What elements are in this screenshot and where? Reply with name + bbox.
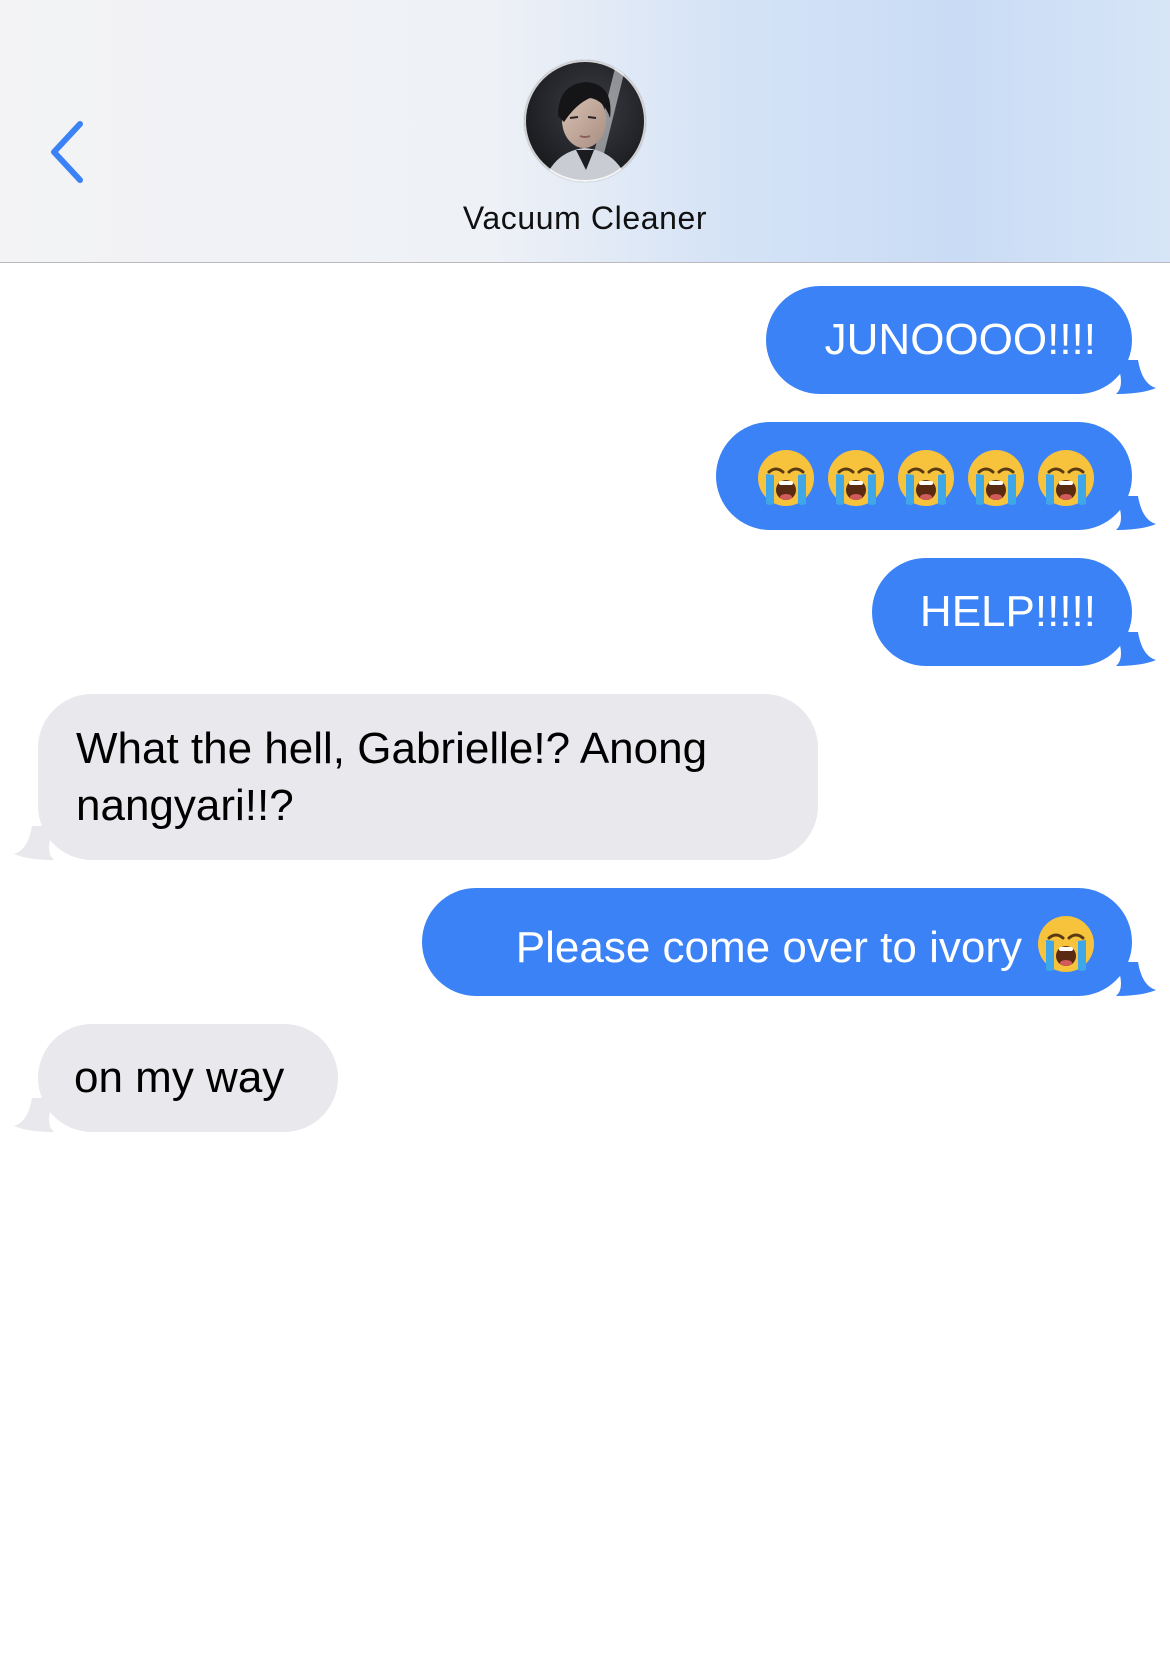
chevron-left-icon [44,118,104,194]
bubble-tail [1116,962,1156,996]
sent-message-bubble[interactable] [716,422,1156,530]
loudly-crying-face-icon [756,448,816,508]
bubble-tail [14,1098,54,1132]
message-text: What the hell, Gabrielle!? Anong nangyar… [76,724,708,830]
bubble-tail [1116,632,1156,666]
bubble-tail [14,826,54,860]
emoji-row [756,448,1096,508]
loudly-crying-face-icon [966,448,1026,508]
received-message-bubble[interactable]: What the hell, Gabrielle!? Anong nangyar… [14,694,818,860]
contact-name[interactable]: Vacuum Cleaner [335,200,835,237]
message-text: HELP!!!!! [919,587,1096,636]
sent-message-bubble[interactable]: Please come over to ivory [422,888,1156,996]
bubble-tail [1116,360,1156,394]
loudly-crying-face-icon [1036,448,1096,508]
sent-message-bubble[interactable]: HELP!!!!! [872,558,1156,666]
message-text: JUNOOOO!!!! [824,315,1096,364]
loudly-crying-face-icon [896,448,956,508]
bubble-tail [1116,496,1156,530]
message-text: on my way [74,1053,285,1102]
sent-message-bubble[interactable]: JUNOOOO!!!! [766,286,1156,394]
loudly-crying-face-icon [1036,914,1096,974]
message-text: Please come over to ivory [515,923,1022,972]
loudly-crying-face-icon [826,448,886,508]
avatar[interactable] [524,60,646,182]
received-message-bubble[interactable]: on my way [14,1024,338,1132]
conversation-header: Vacuum Cleaner [0,0,1170,263]
back-button[interactable] [44,118,104,194]
